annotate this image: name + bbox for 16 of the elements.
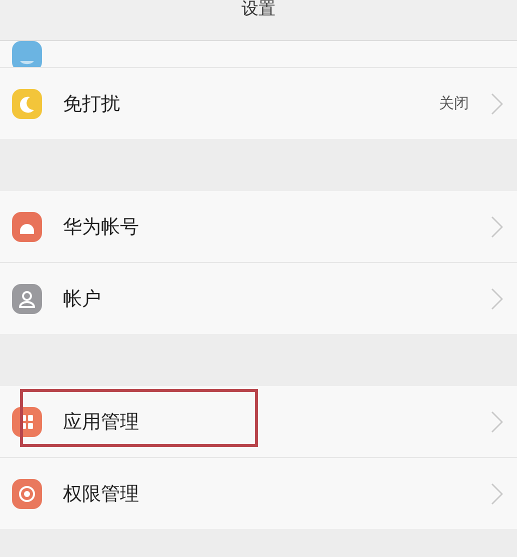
row-label: 应用管理 xyxy=(63,410,140,434)
row-label: 华为帐号 xyxy=(63,214,140,240)
chevron-icon xyxy=(491,216,503,238)
chevron-icon xyxy=(491,410,503,432)
settings-row[interactable]: 应用管理 xyxy=(0,386,517,458)
settings-row[interactable]: 帐户 xyxy=(0,263,517,334)
chevron-icon xyxy=(491,482,503,504)
row-label: 免打扰 xyxy=(63,92,121,116)
screen-title: 设置 xyxy=(242,0,276,18)
chevron-icon xyxy=(491,92,503,114)
settings-row[interactable]: 权限管理 xyxy=(0,458,517,529)
settings-row[interactable]: 华为帐号 xyxy=(0,191,517,263)
chevron-icon xyxy=(491,288,503,310)
row-label: 帐户 xyxy=(63,286,102,312)
row-value: 关闭 xyxy=(439,94,469,113)
row-label: 权限管理 xyxy=(63,482,140,506)
